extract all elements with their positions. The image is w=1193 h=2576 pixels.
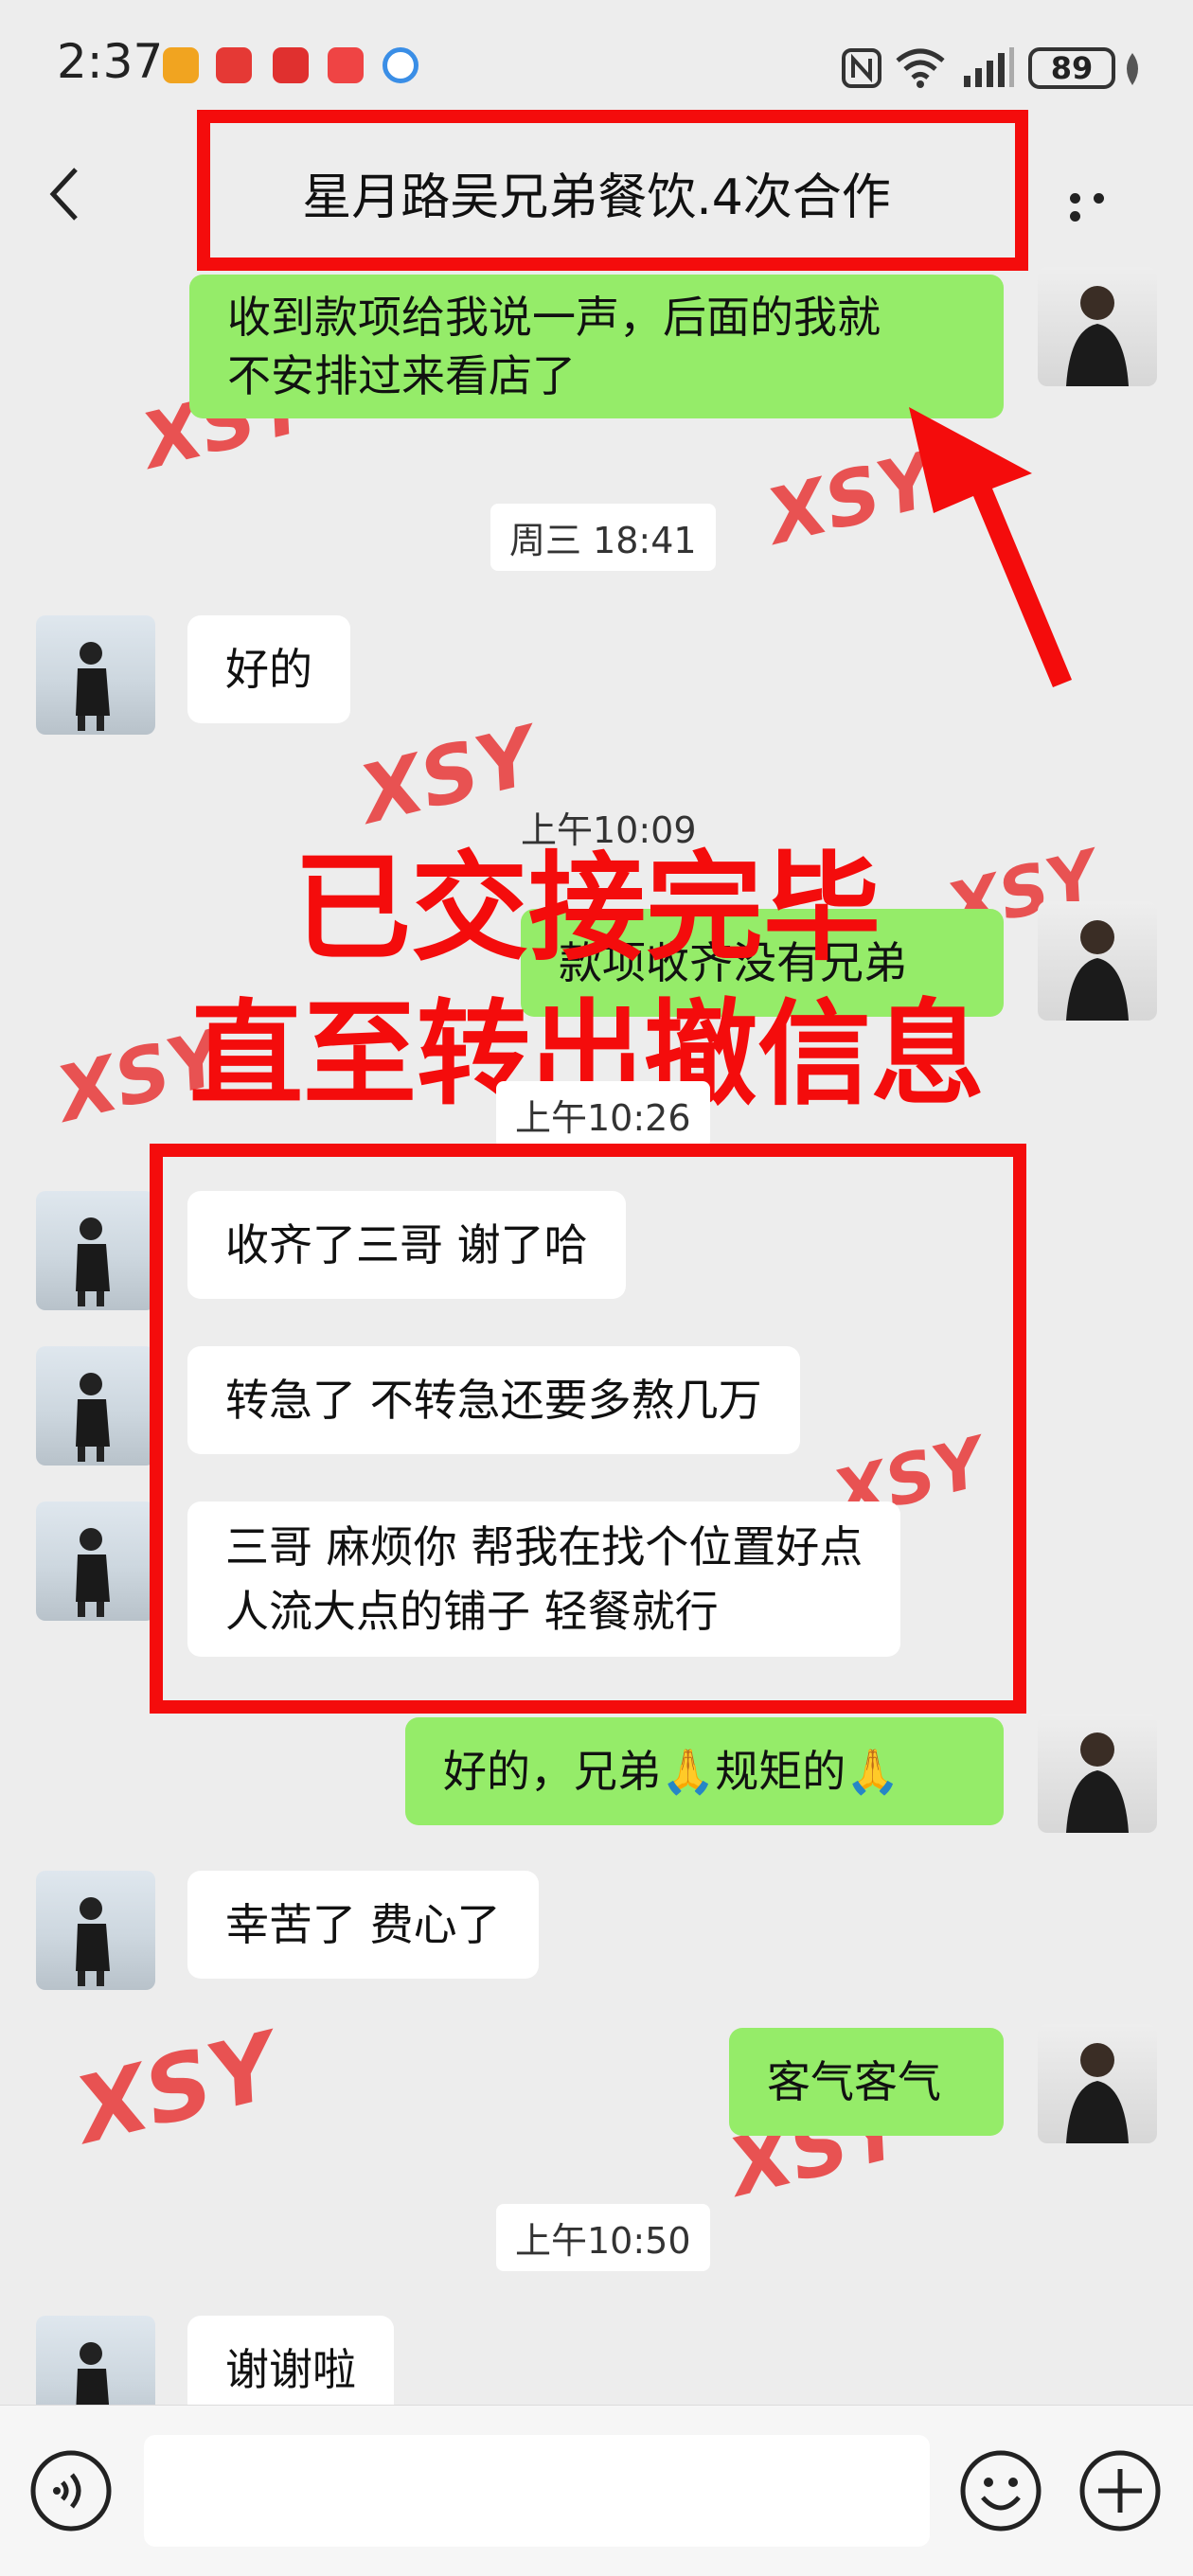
- weibo-app-icon: [163, 47, 199, 83]
- avatar-contact[interactable]: [36, 615, 155, 735]
- incoming-message[interactable]: 好的: [187, 615, 350, 723]
- xiaohongshu-app-icon: [216, 47, 252, 83]
- timestamp: 周三 18:41: [490, 504, 716, 571]
- avatar-self[interactable]: [1038, 2024, 1157, 2143]
- leaf-icon: [1127, 53, 1138, 85]
- message-input[interactable]: [144, 2435, 930, 2547]
- annotation-title-box: [197, 110, 1028, 271]
- message-app-icon: [328, 47, 364, 83]
- annotation-text-line1: 已交接完毕: [293, 841, 881, 977]
- annotation-arrow-icon: [909, 407, 1072, 687]
- avatar-contact[interactable]: [36, 1871, 155, 1990]
- outgoing-message[interactable]: 好的，兄弟🙏规矩的🙏: [405, 1717, 1004, 1825]
- avatar-contact[interactable]: [36, 1346, 155, 1466]
- outgoing-message[interactable]: 客气客气: [729, 2028, 1004, 2136]
- outgoing-message[interactable]: 收到款项给我说一声，后面的我就 不安排过来看店了: [189, 275, 1004, 418]
- timestamp: 上午10:50: [496, 2204, 710, 2271]
- signal-icon: [964, 47, 1014, 87]
- emoji-icon[interactable]: [958, 2448, 1043, 2533]
- message-line: 不安排过来看店了: [227, 350, 576, 401]
- watermark: XSY: [65, 2012, 288, 2165]
- voice-icon[interactable]: [28, 2448, 114, 2533]
- timestamp: 上午10:26: [496, 1081, 710, 1148]
- nfc-icon: [842, 48, 881, 88]
- avatar-self[interactable]: [1038, 1714, 1157, 1833]
- status-time: 2:37: [57, 34, 164, 89]
- plus-icon[interactable]: [1077, 2448, 1163, 2533]
- wifi-icon: [896, 48, 945, 88]
- browser-app-icon: [383, 47, 418, 83]
- huawei-app-icon: [273, 47, 309, 83]
- chevron-left-icon[interactable]: [45, 166, 83, 222]
- message-line: 收到款项给我说一声，后面的我就: [227, 292, 881, 343]
- annotation-messages-box: [150, 1144, 1026, 1714]
- more-dots-icon[interactable]: [1070, 189, 1136, 222]
- incoming-message[interactable]: 幸苦了 费心了: [187, 1871, 539, 1979]
- avatar-self[interactable]: [1038, 267, 1157, 386]
- avatar-contact[interactable]: [36, 1501, 155, 1621]
- battery-indicator: 89: [1028, 47, 1115, 89]
- avatar-contact[interactable]: [36, 1191, 155, 1310]
